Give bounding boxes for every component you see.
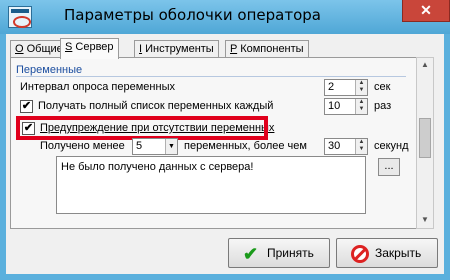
section-title: Переменные [16, 64, 83, 76]
title-bar[interactable]: Параметры оболочки операторa ✕ [0, 0, 450, 34]
full-list-spinner[interactable]: 10 ▲ ▼ [324, 98, 368, 115]
section-divider [16, 76, 406, 77]
tab-components[interactable]: P Компоненты [225, 40, 309, 58]
window-close-button[interactable]: ✕ [402, 0, 450, 22]
dialog-window: Параметры оболочки операторa ✕ О Общие S… [0, 0, 450, 280]
poll-interval-unit: сек [374, 81, 391, 93]
app-icon [8, 6, 32, 28]
tab-server[interactable]: S Сервер [60, 38, 119, 59]
full-list-checkbox[interactable]: ✔ [20, 100, 33, 113]
seconds-unit: секунд [374, 140, 409, 152]
seconds-spinner[interactable]: 30 ▲ ▼ [324, 138, 368, 155]
vertical-scrollbar[interactable]: ▲ ▼ [416, 57, 434, 229]
spinner-buttons[interactable]: ▲ ▼ [355, 139, 367, 154]
full-list-label: Получать полный список переменных каждый [38, 100, 274, 112]
scroll-thumb[interactable] [419, 118, 431, 158]
checkmark-icon: ✔ [243, 244, 259, 264]
apply-button[interactable]: ✔ Принять [228, 238, 330, 268]
no-entry-icon [351, 245, 369, 263]
chevron-down-icon[interactable]: ▼ [165, 139, 177, 154]
tab-tools[interactable]: I Инструменты [134, 40, 219, 58]
spinner-buttons[interactable]: ▲ ▼ [355, 99, 367, 114]
poll-interval-spinner[interactable]: 2 ▲ ▼ [324, 79, 368, 96]
dialog-client: О Общие S Сервер I Инструменты P Компоне… [6, 34, 444, 274]
ellipsis-button[interactable]: ... [378, 158, 400, 176]
close-button[interactable]: Закрыть [336, 238, 438, 268]
highlight-frame [16, 116, 268, 140]
received-less-label: Получено менее [40, 140, 125, 152]
scroll-up-icon[interactable]: ▲ [419, 59, 431, 71]
window-title: Параметры оболочки операторa [64, 6, 321, 24]
poll-interval-label: Интервал опроса переменных [20, 81, 175, 93]
full-list-unit: раз [374, 100, 392, 112]
spinner-buttons[interactable]: ▲ ▼ [355, 80, 367, 95]
vars-more-than-label: переменных, более чем [184, 140, 307, 152]
received-less-select[interactable]: 5 ▼ [132, 138, 178, 155]
message-textarea[interactable]: Не было получено данных с сервера! [56, 156, 366, 214]
scroll-down-icon[interactable]: ▼ [419, 214, 431, 226]
